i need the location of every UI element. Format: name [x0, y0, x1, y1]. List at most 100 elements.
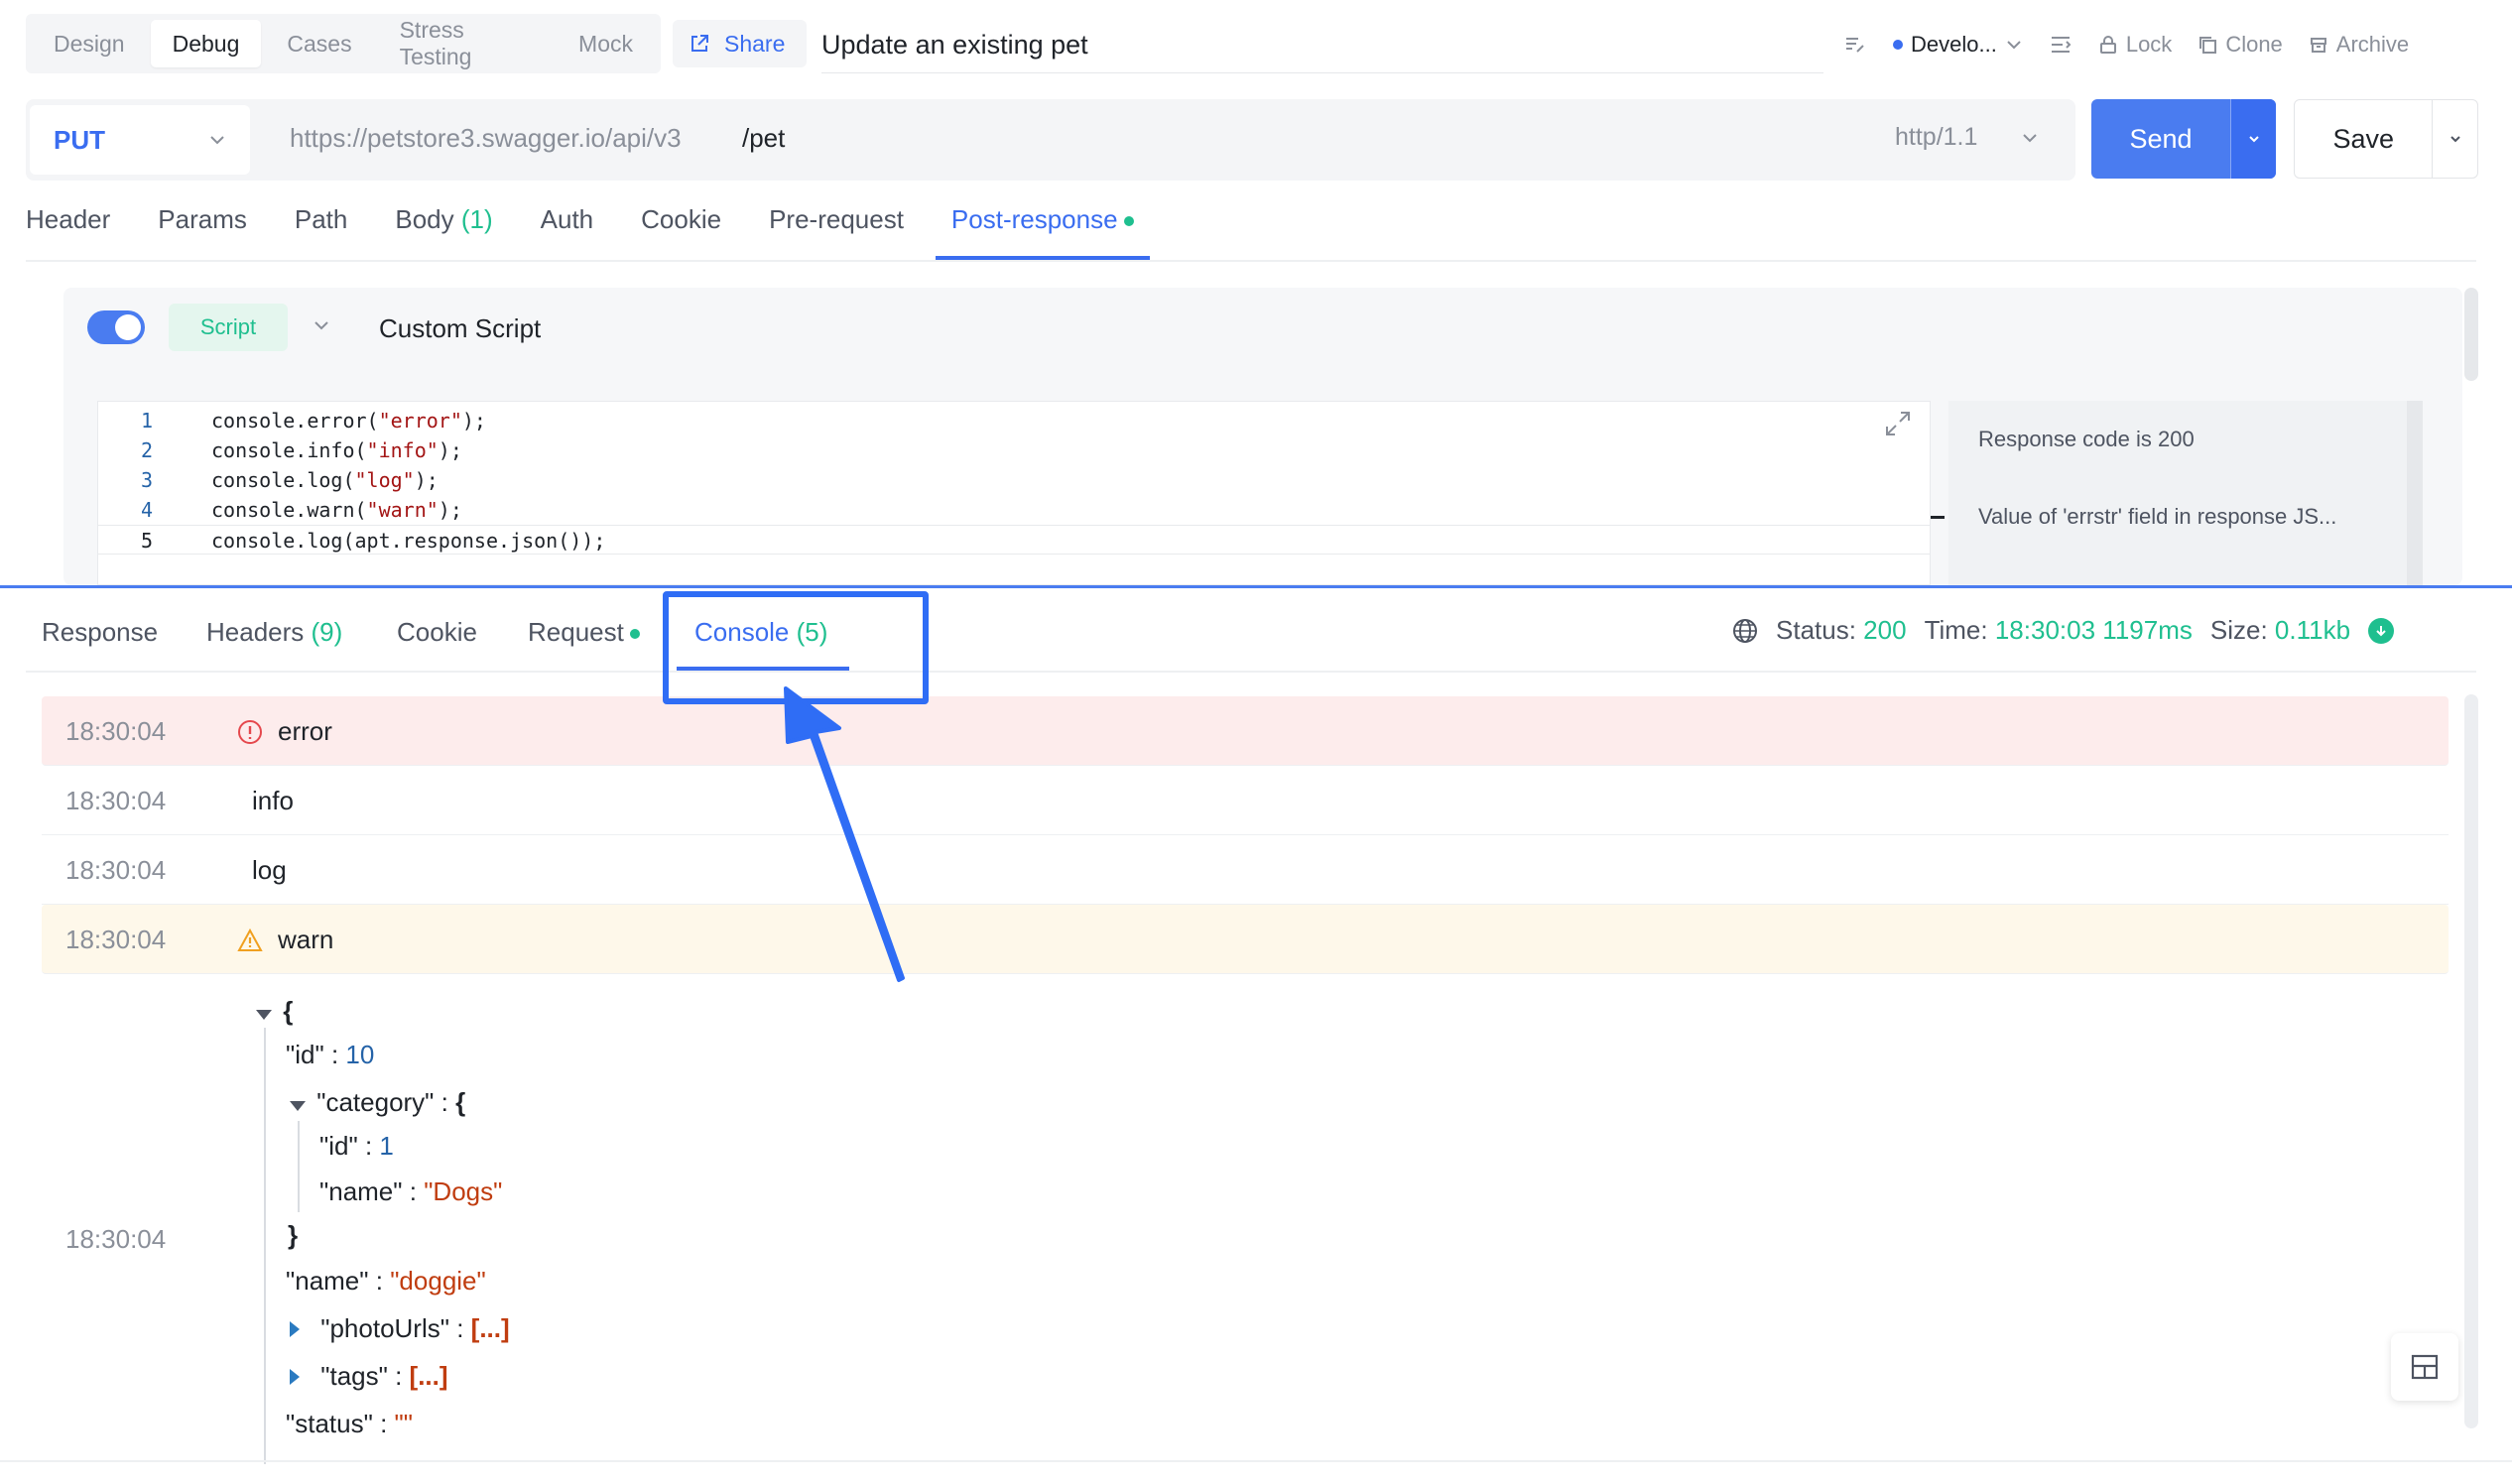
json-toggle-category[interactable]: "category" : {: [290, 1087, 465, 1118]
status-label: Status:: [1776, 615, 1856, 645]
archive-label: Archive: [2335, 32, 2410, 57]
json-close-brace: }: [288, 1220, 299, 1250]
protocol-select[interactable]: http/1.1: [1895, 123, 2039, 152]
console-row-log[interactable]: 18:30:04 log: [42, 835, 2449, 905]
json-field: "name" : "Dogs": [319, 1176, 503, 1206]
archive-icon: [2310, 38, 2326, 53]
bottom-divider: [0, 1460, 2512, 1462]
save-button-group: Save: [2294, 99, 2478, 179]
tab-cookie[interactable]: Cookie: [625, 194, 737, 260]
console-row-info[interactable]: 18:30:04 info: [42, 766, 2449, 835]
code-line-active: 5 console.log(apt.response.json());: [98, 525, 1930, 555]
code-line: 2 console.info("info");: [140, 438, 462, 462]
expand-triangle-icon: [290, 1321, 300, 1337]
warning-icon: [237, 928, 263, 951]
splitter-handle[interactable]: [1931, 516, 1945, 519]
tab-auth[interactable]: Auth: [525, 194, 610, 260]
json-field: "name" : "doggie": [286, 1266, 486, 1296]
tab-headers[interactable]: Headers (9): [206, 617, 342, 648]
method-select[interactable]: PUT: [30, 105, 250, 175]
collapse-icon: [2051, 37, 2072, 53]
chevron-down-icon: [2007, 41, 2021, 50]
lock-icon: [2099, 36, 2116, 54]
active-dot-icon: [1123, 216, 1134, 227]
panel-divider[interactable]: [0, 585, 2512, 588]
expand-icon[interactable]: [1881, 407, 1915, 440]
save-button[interactable]: Save: [2295, 100, 2432, 178]
console-row-warn[interactable]: 18:30:04 warn: [42, 905, 2449, 974]
clone-label: Clone: [2225, 32, 2283, 57]
status-code: 200: [1863, 615, 1907, 645]
log-time: 18:30:04: [65, 786, 167, 815]
save-options-button[interactable]: [2432, 100, 2477, 178]
lock-button[interactable]: Lock: [2098, 32, 2172, 58]
error-icon: [238, 720, 262, 744]
json-indent-guide: [264, 1028, 266, 1464]
json-field: "id" : 1: [319, 1131, 394, 1161]
tab-pre-request[interactable]: Pre-request: [753, 194, 920, 260]
tab-mock[interactable]: Mock: [557, 20, 655, 67]
response-status: Status: 200 Time: 18:30:03 1197ms Size: …: [1732, 615, 2395, 646]
tab-post-response[interactable]: Post-response: [935, 194, 1150, 260]
script-name: Custom Script: [379, 313, 542, 343]
base-url[interactable]: https://petstore3.swagger.io/api/v3: [290, 123, 682, 154]
code-line: 3 console.log("log");: [140, 468, 439, 492]
log-time: 18:30:04: [65, 925, 167, 954]
assertion-scrollbar[interactable]: [2407, 401, 2423, 585]
chevron-down-icon: [2450, 136, 2460, 143]
globe-icon[interactable]: [1732, 618, 1758, 644]
log-time: 18:30:04: [65, 1224, 167, 1254]
format-button[interactable]: [1843, 33, 1867, 57]
json-toggle-root[interactable]: {: [256, 996, 293, 1027]
response-size: 0.11kb: [2274, 615, 2351, 645]
clone-button[interactable]: Clone: [2198, 32, 2283, 58]
console-row-error[interactable]: 18:30:04 error: [42, 696, 2449, 766]
share-label: Share: [724, 30, 786, 57]
response-time: 18:30:03: [1994, 615, 2096, 645]
protocol-label: http/1.1: [1895, 123, 1978, 151]
code-editor[interactable]: 1 console.error("error"); 2 console.info…: [97, 401, 1931, 585]
environment-dot-icon: [1893, 40, 1903, 50]
archive-button[interactable]: Archive: [2309, 32, 2409, 58]
tab-body[interactable]: Body (1): [379, 194, 508, 260]
log-time: 18:30:04: [65, 855, 167, 885]
send-button[interactable]: Send: [2091, 99, 2230, 179]
api-title-input[interactable]: Update an existing pet: [821, 24, 1823, 73]
download-icon[interactable]: [2368, 617, 2395, 644]
tab-request[interactable]: Request: [528, 617, 640, 648]
layout-toggle-button[interactable]: [2391, 1333, 2458, 1401]
path-input[interactable]: /pet: [742, 123, 785, 154]
assertion-item[interactable]: Response code is 200: [1978, 427, 2195, 452]
script-enabled-toggle[interactable]: [87, 310, 145, 344]
tab-design[interactable]: Design: [32, 20, 147, 67]
console-scrollbar[interactable]: [2464, 694, 2478, 1428]
share-button[interactable]: Share: [673, 20, 808, 67]
script-collapse-button[interactable]: [312, 315, 331, 341]
tab-debug[interactable]: Debug: [150, 20, 262, 67]
assertion-item[interactable]: Value of 'errstr' field in response JS..…: [1978, 504, 2336, 530]
toolbar: Develo... Lock Clone Archive: [1843, 24, 2409, 65]
time-label: Time:: [1924, 615, 1988, 645]
code-line: 1 console.error("error");: [140, 409, 486, 433]
code-line: 4 console.warn("warn");: [140, 498, 462, 522]
collapse-button[interactable]: [2049, 33, 2072, 57]
chevron-down-icon: [314, 321, 328, 330]
panel-scrollbar[interactable]: [2464, 288, 2478, 381]
tab-path[interactable]: Path: [279, 194, 364, 260]
tab-stress-testing[interactable]: Stress Testing: [378, 17, 553, 69]
json-toggle-photourls[interactable]: "photoUrls" : [...]: [290, 1313, 510, 1344]
environment-select[interactable]: Develo...: [1893, 32, 2023, 58]
log-message: log: [252, 855, 287, 885]
expand-triangle-icon: [290, 1369, 300, 1385]
tab-response[interactable]: Response: [42, 617, 158, 648]
tab-params[interactable]: Params: [142, 194, 263, 260]
json-toggle-tags[interactable]: "tags" : [...]: [290, 1361, 448, 1392]
script-type-tag[interactable]: Script: [169, 304, 288, 351]
tab-cases[interactable]: Cases: [265, 20, 373, 67]
tab-cookie[interactable]: Cookie: [397, 617, 477, 648]
json-indent-guide: [298, 1121, 300, 1212]
tab-header[interactable]: Header: [10, 194, 126, 260]
send-options-button[interactable]: [2230, 99, 2276, 179]
active-dot-icon: [629, 629, 640, 640]
annotation-arrow-icon: [784, 686, 905, 982]
